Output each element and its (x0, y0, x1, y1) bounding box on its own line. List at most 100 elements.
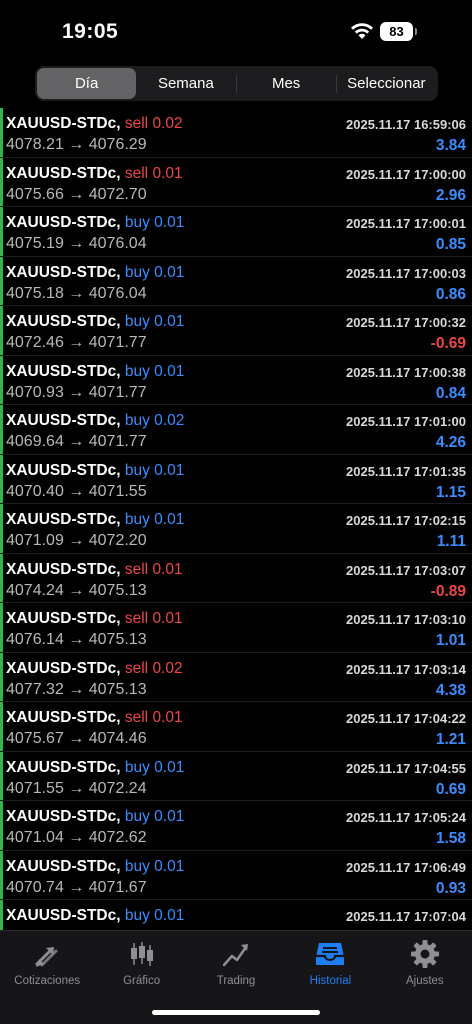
open-price: 4069.64 (6, 433, 64, 450)
trade-side: buy (124, 857, 150, 875)
trade-row[interactable]: XAUUSD-STDc, buy 0.01 2025.11.17 17:00:32… (0, 306, 472, 356)
trade-datetime: 2025.11.17 17:00:00 (346, 166, 466, 182)
trade-side: buy (124, 313, 150, 330)
trade-volume: 0.01 (154, 313, 185, 330)
trade-row[interactable]: XAUUSD-STDc, sell 0.01 2025.11.17 17:03:0… (0, 553, 472, 603)
trade-datetime: 2025.11.17 17:03:14 (346, 661, 466, 677)
trade-symbol: XAUUSD-STDc, (6, 461, 121, 479)
home-indicator (152, 1010, 320, 1015)
trade-symbol-line: XAUUSD-STDc, buy 0.01 (6, 907, 184, 925)
open-price: 4075.18 (6, 284, 64, 302)
trade-row[interactable]: XAUUSD-STDc, sell 0.02 2025.11.17 17:03:1… (0, 652, 472, 702)
trade-profit: 0.86 (435, 285, 466, 303)
trade-row[interactable]: XAUUSD-STDc, buy 0.01 2025.11.17 17:00:38… (0, 355, 472, 405)
open-price: 4070.40 (6, 482, 64, 500)
trade-symbol: XAUUSD-STDc, (6, 511, 121, 528)
trade-symbol-line: XAUUSD-STDc, buy 0.01 (6, 462, 184, 480)
trade-row[interactable]: XAUUSD-STDc, buy 0.01 2025.11.17 17:00:03… (0, 256, 472, 306)
trade-prices: 4078.21 → 4076.29 (6, 136, 147, 154)
trade-profit: 3.84 (435, 137, 466, 154)
segment-select[interactable]: Seleccionar (337, 68, 436, 99)
trade-volume: 0.01 (152, 560, 183, 578)
trade-volume: 0.01 (154, 907, 185, 924)
open-price: 4074.24 (6, 581, 64, 599)
segment-day[interactable]: Día (37, 68, 137, 99)
arrow-icon: → (68, 383, 85, 401)
trade-status-bar (0, 306, 3, 355)
trade-symbol-line: XAUUSD-STDc, sell 0.02 (6, 115, 183, 133)
trade-status-bar (0, 751, 3, 800)
open-price: 4070.93 (6, 383, 64, 401)
trade-side: buy (124, 758, 150, 776)
trade-status-bar (0, 256, 3, 305)
trade-symbol-line: XAUUSD-STDc, buy 0.02 (6, 412, 184, 430)
trade-profit: 0.85 (435, 236, 466, 253)
close-price: 4071.77 (88, 383, 147, 401)
close-price: 4072.70 (88, 185, 147, 203)
trade-row[interactable]: XAUUSD-STDc, buy 0.01 2025.11.17 17:01:35… (0, 454, 472, 504)
trade-status-bar (0, 405, 3, 454)
wifi-icon (351, 23, 373, 39)
trade-volume: 0.01 (154, 511, 185, 528)
tab-label-chart: Gráfico (123, 975, 161, 987)
trade-volume: 0.02 (154, 412, 185, 429)
segment-week[interactable]: Semana (136, 68, 235, 99)
trade-profit: 1.58 (435, 830, 466, 847)
tab-settings[interactable]: Ajustes (378, 931, 472, 1024)
period-segmented-control: Día Semana Mes Seleccionar (35, 66, 438, 101)
trade-profit: 0.93 (435, 879, 466, 897)
trade-symbol: XAUUSD-STDc, (6, 808, 121, 825)
trade-row[interactable]: XAUUSD-STDc, buy 0.01 2025.11.17 17:04:55… (0, 751, 472, 801)
trade-row[interactable]: XAUUSD-STDc, buy 0.01 2025.11.17 17:05:24… (0, 801, 472, 851)
trade-prices: 4070.40 → 4071.55 (6, 483, 147, 501)
close-price: 4071.77 (88, 433, 147, 450)
trade-symbol: XAUUSD-STDc, (6, 659, 121, 677)
open-price: 4076.14 (6, 631, 64, 648)
trade-symbol: XAUUSD-STDc, (6, 115, 121, 132)
tab-quotes[interactable]: Cotizaciones (0, 931, 94, 1024)
trade-row[interactable]: XAUUSD-STDc, buy 0.01 2025.11.17 17:06:49… (0, 850, 472, 900)
segment-month[interactable]: Mes (237, 68, 336, 99)
trade-symbol-line: XAUUSD-STDc, buy 0.01 (6, 363, 184, 381)
trade-side: buy (124, 263, 150, 281)
trade-volume: 0.01 (154, 362, 185, 380)
trade-profit: 1.15 (435, 483, 466, 501)
trade-volume: 0.01 (154, 857, 185, 875)
trade-symbol: XAUUSD-STDc, (6, 214, 121, 231)
trade-volume: 0.02 (152, 115, 183, 132)
trade-symbol-line: XAUUSD-STDc, buy 0.01 (6, 264, 184, 282)
status-time: 19:05 (62, 20, 119, 43)
close-price: 4072.62 (88, 829, 147, 846)
arrow-icon: → (68, 730, 85, 747)
trade-status-bar (0, 652, 3, 701)
trading-icon (222, 944, 249, 967)
trade-datetime: 2025.11.17 17:00:03 (346, 265, 466, 281)
trade-datetime: 2025.11.17 17:00:38 (346, 364, 466, 380)
trade-side: buy (124, 412, 150, 429)
trade-datetime: 2025.11.17 17:05:24 (346, 810, 466, 825)
trade-row[interactable]: XAUUSD-STDc, sell 0.01 2025.11.17 17:00:0… (0, 157, 472, 207)
arrow-icon: → (68, 136, 85, 153)
trade-row[interactable]: XAUUSD-STDc, buy 0.01 2025.11.17 17:07:04 (0, 900, 472, 930)
close-price: 4072.24 (88, 779, 147, 797)
trade-profit: 4.38 (435, 681, 466, 699)
trade-row[interactable]: XAUUSD-STDc, sell 0.02 2025.11.17 16:59:0… (0, 108, 472, 158)
arrow-icon: → (68, 185, 85, 203)
trade-row[interactable]: XAUUSD-STDc, buy 0.01 2025.11.17 17:02:15… (0, 504, 472, 554)
trade-symbol: XAUUSD-STDc, (6, 560, 121, 578)
trade-profit: 1.21 (435, 731, 466, 748)
trade-history-list[interactable]: XAUUSD-STDc, sell 0.02 2025.11.17 16:59:0… (0, 108, 472, 930)
trade-symbol-line: XAUUSD-STDc, buy 0.01 (6, 313, 184, 331)
battery-indicator: 83 (380, 22, 417, 41)
trade-symbol-line: XAUUSD-STDc, sell 0.01 (6, 165, 183, 183)
arrow-icon: → (68, 631, 85, 648)
trade-row[interactable]: XAUUSD-STDc, sell 0.01 2025.11.17 17:04:2… (0, 702, 472, 752)
trade-symbol: XAUUSD-STDc, (6, 709, 121, 726)
status-bar: 19:05 83 (0, 0, 472, 62)
trade-row[interactable]: XAUUSD-STDc, buy 0.01 2025.11.17 17:00:01… (0, 207, 472, 257)
close-price: 4076.04 (88, 235, 147, 252)
trade-symbol: XAUUSD-STDc, (6, 758, 121, 776)
trade-symbol-line: XAUUSD-STDc, buy 0.01 (6, 214, 184, 232)
trade-row[interactable]: XAUUSD-STDc, buy 0.02 2025.11.17 17:01:00… (0, 405, 472, 455)
trade-row[interactable]: XAUUSD-STDc, sell 0.01 2025.11.17 17:03:1… (0, 603, 472, 653)
